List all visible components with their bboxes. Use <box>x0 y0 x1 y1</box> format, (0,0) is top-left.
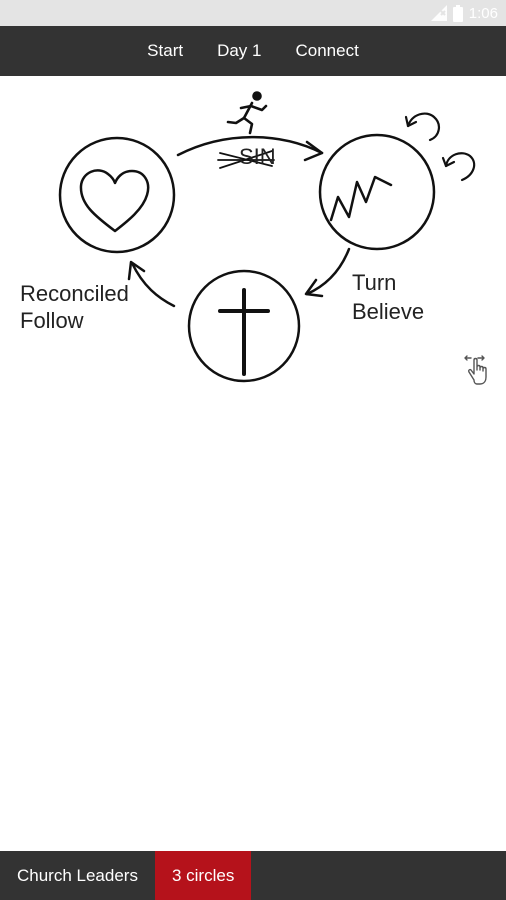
status-icons: 1:06 <box>430 4 498 22</box>
cross-icon <box>218 288 270 376</box>
three-circles-diagram: SIN Reconciled Follow Turn Believe <box>20 91 476 383</box>
heart-icon <box>79 169 150 233</box>
signal-icon <box>430 5 447 21</box>
swipe-hand-icon <box>464 355 487 385</box>
label-believe: Believe <box>352 299 424 324</box>
nav-day-1[interactable]: Day 1 <box>200 41 278 61</box>
label-follow: Follow <box>20 308 84 333</box>
circle-design <box>58 136 176 254</box>
nav-start[interactable]: Start <box>130 41 200 61</box>
top-nav: Start Day 1 Connect <box>0 26 506 76</box>
running-person-icon <box>226 91 268 135</box>
arrow-gospel-to-design <box>130 261 176 308</box>
return-arrows-icon <box>404 112 476 182</box>
status-time: 1:06 <box>468 4 498 22</box>
circle-brokenness <box>318 133 436 251</box>
arrow-text: SIN <box>239 144 276 169</box>
broken-zigzag-icon <box>329 175 393 222</box>
tab-church-leaders[interactable]: Church Leaders <box>0 851 155 900</box>
bottom-tab-bar: Church Leaders 3 circles <box>0 851 506 900</box>
battery-icon <box>452 4 463 22</box>
label-turn: Turn <box>352 270 396 295</box>
tab-3-circles[interactable]: 3 circles <box>154 851 252 900</box>
label-reconciled: Reconciled <box>20 281 129 306</box>
status-bar: 1:06 <box>0 0 506 26</box>
nav-connect[interactable]: Connect <box>279 41 376 61</box>
arrow-brokenness-to-gospel <box>305 247 351 296</box>
